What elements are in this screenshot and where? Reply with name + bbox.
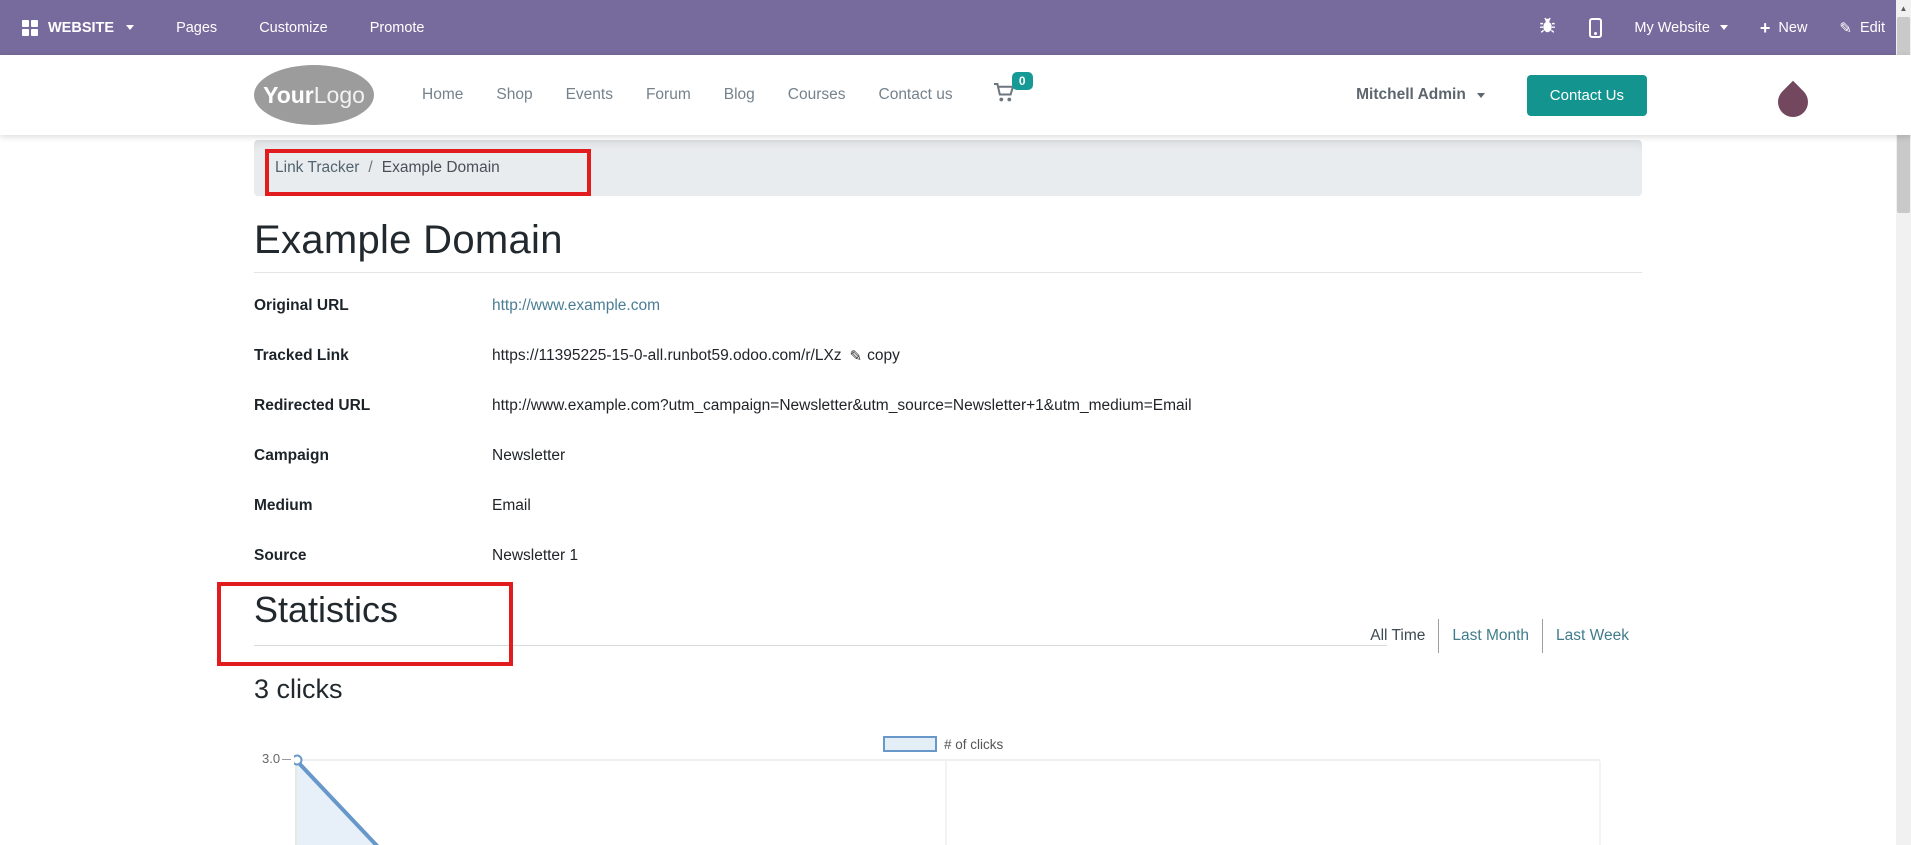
clicks-chart: # of clicks 3.0 bbox=[254, 715, 1642, 845]
site-header: Your Logo Home Shop Events Forum Blog Co… bbox=[0, 55, 1911, 135]
edit-label: Edit bbox=[1860, 19, 1885, 36]
my-website-label: My Website bbox=[1634, 19, 1710, 36]
chevron-down-icon bbox=[126, 25, 135, 30]
my-website-menu[interactable]: My Website bbox=[1634, 19, 1728, 36]
clicks-summary: 3 clicks bbox=[254, 674, 343, 704]
copy-button[interactable]: copy bbox=[867, 347, 900, 389]
nav-events[interactable]: Events bbox=[566, 86, 613, 103]
website-menu-label: WEBSITE bbox=[48, 19, 115, 36]
breadcrumb-current: Example Domain bbox=[381, 159, 500, 176]
field-row-redirected-url: Redirected URL http://www.example.com?ut… bbox=[254, 389, 1642, 439]
pencil-icon: ✎ bbox=[1839, 19, 1852, 37]
breadcrumb-separator: / bbox=[368, 159, 373, 176]
statistics-divider bbox=[254, 645, 1387, 646]
debug-bug-icon[interactable] bbox=[1538, 16, 1557, 39]
redirected-url-value: http://www.example.com?utm_campaign=News… bbox=[492, 397, 1192, 414]
field-row-tracked-link: Tracked Link https://11395225-15-0-all.r… bbox=[254, 339, 1642, 389]
time-filter-tabs: All Time Last Month Last Week bbox=[1357, 619, 1642, 653]
field-row-campaign: Campaign Newsletter bbox=[254, 439, 1642, 489]
field-label: Campaign bbox=[254, 447, 329, 464]
page-title: Example Domain bbox=[254, 218, 563, 262]
legend-label: # of clicks bbox=[944, 737, 1004, 752]
breadcrumb-link-tracker[interactable]: Link Tracker bbox=[275, 159, 359, 177]
nav-shop[interactable]: Shop bbox=[496, 86, 532, 103]
apps-grid-icon bbox=[22, 19, 38, 36]
nav-courses[interactable]: Courses bbox=[788, 86, 846, 103]
user-name: Mitchell Admin bbox=[1356, 86, 1466, 103]
y-axis-tick-mark bbox=[282, 759, 291, 760]
medium-value: Email bbox=[492, 497, 531, 514]
plus-icon: + bbox=[1759, 17, 1771, 38]
campaign-value: Newsletter bbox=[492, 447, 566, 464]
chevron-down-icon bbox=[1719, 25, 1728, 30]
editor-toolbar: WEBSITE Pages Customize Promote My Websi… bbox=[0, 0, 1911, 55]
main-navigation: Home Shop Events Forum Blog Courses Cont… bbox=[422, 86, 953, 104]
breadcrumb: Link Tracker / Example Domain bbox=[254, 140, 1642, 196]
nav-forum[interactable]: Forum bbox=[646, 86, 691, 103]
source-value: Newsletter 1 bbox=[492, 547, 579, 564]
site-logo[interactable]: Your Logo bbox=[254, 65, 374, 125]
cart-button[interactable]: 0 bbox=[993, 72, 1033, 108]
edit-button[interactable]: ✎ Edit bbox=[1839, 19, 1885, 37]
avatar[interactable] bbox=[1771, 80, 1815, 124]
original-url-link[interactable]: http://www.example.com bbox=[492, 297, 660, 339]
statistics-section-header: Statistics All Time Last Month Last Week bbox=[254, 589, 1642, 653]
mobile-preview-icon[interactable] bbox=[1589, 17, 1603, 38]
field-label: Medium bbox=[254, 497, 313, 514]
website-apps-menu[interactable]: WEBSITE bbox=[22, 19, 135, 36]
contact-us-button[interactable]: Contact Us bbox=[1526, 74, 1647, 116]
tracked-link-value: https://11395225-15-0-all.runbot59.odoo.… bbox=[492, 347, 842, 364]
field-label: Original URL bbox=[254, 297, 349, 314]
statistics-heading: Statistics bbox=[254, 589, 399, 630]
nav-blog[interactable]: Blog bbox=[724, 86, 755, 103]
new-label: New bbox=[1778, 19, 1808, 36]
scroll-up-arrow-icon[interactable]: ▲ bbox=[1896, 0, 1911, 17]
logo-text-bold: Your bbox=[263, 81, 314, 108]
nav-home[interactable]: Home bbox=[422, 86, 463, 103]
main-content: Link Tracker / Example Domain Example Do… bbox=[254, 140, 1642, 845]
y-axis-tick-label: 3.0 bbox=[262, 751, 281, 766]
field-label: Source bbox=[254, 547, 307, 564]
field-row-medium: Medium Email bbox=[254, 489, 1642, 539]
menu-promote[interactable]: Promote bbox=[370, 20, 425, 36]
cart-count-badge: 0 bbox=[1011, 72, 1033, 90]
chevron-down-icon bbox=[1476, 92, 1485, 98]
chart-plot-area bbox=[294, 754, 1601, 845]
user-menu[interactable]: Mitchell Admin bbox=[1356, 86, 1485, 104]
legend-swatch[interactable] bbox=[883, 736, 937, 752]
field-label: Redirected URL bbox=[254, 397, 371, 414]
tab-all-time[interactable]: All Time bbox=[1357, 619, 1438, 653]
nav-contact-us[interactable]: Contact us bbox=[879, 86, 953, 103]
link-details: Original URL http://www.example.com Trac… bbox=[254, 289, 1642, 589]
menu-pages[interactable]: Pages bbox=[176, 20, 217, 36]
menu-customize[interactable]: Customize bbox=[259, 20, 328, 36]
pencil-icon: ✎ bbox=[849, 348, 863, 365]
link-tracker-page: WEBSITE Pages Customize Promote My Websi… bbox=[0, 0, 1911, 845]
data-point-marker[interactable] bbox=[294, 754, 303, 766]
title-divider bbox=[254, 272, 1642, 273]
tab-last-week[interactable]: Last Week bbox=[1542, 619, 1642, 653]
logo-text-light: Logo bbox=[313, 81, 365, 108]
tab-last-month[interactable]: Last Month bbox=[1438, 619, 1542, 653]
new-button[interactable]: + New bbox=[1759, 17, 1808, 38]
field-label: Tracked Link bbox=[254, 347, 349, 364]
field-row-original-url: Original URL http://www.example.com bbox=[254, 289, 1642, 339]
field-row-source: Source Newsletter 1 bbox=[254, 539, 1642, 589]
